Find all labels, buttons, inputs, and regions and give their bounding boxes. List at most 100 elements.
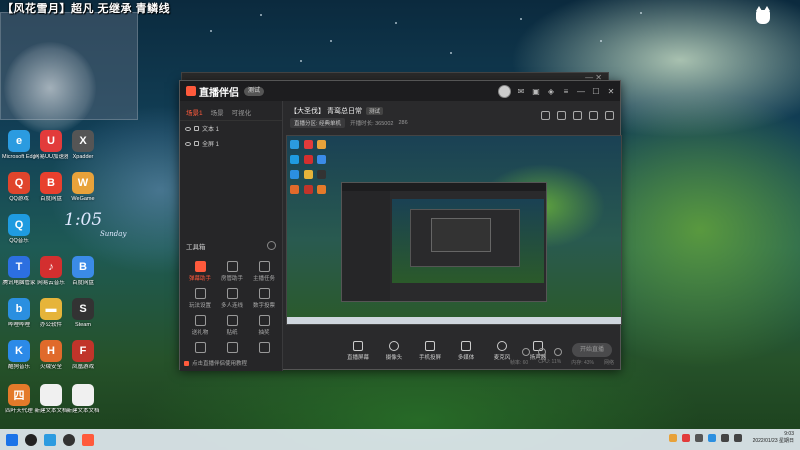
desktop-icon[interactable]: B 百度网盘 (34, 172, 68, 203)
share-icon[interactable] (605, 111, 614, 120)
desktop-icon-label: 酷狗音乐 (7, 364, 30, 370)
obs-icon[interactable] (63, 433, 75, 446)
desktop-icon[interactable]: X Xpadder (66, 130, 100, 161)
desktop-icon[interactable]: F 凤凰游戏 (66, 340, 100, 371)
gift-icon[interactable]: ▣ (531, 87, 541, 97)
status-cpu: CPU: 11% (538, 359, 562, 365)
desktop-icon[interactable]: e Microsoft Edge (2, 130, 36, 161)
tab-visual[interactable]: 可视化 (232, 107, 252, 117)
app-titlebar[interactable]: 直播伴侣 测试 ✉ ▣ ◈ ≡ — ☐ ✕ (180, 81, 620, 101)
lock-icon[interactable] (194, 141, 199, 146)
tool-item[interactable]: 弹幕助手 (184, 261, 216, 282)
tool-item[interactable]: 数字投票 (248, 288, 280, 309)
system-tray: 9:03 2022/01/23 星期日 (668, 431, 794, 445)
desktop-icon[interactable]: Q QQ游戏 (2, 172, 36, 203)
eye-icon[interactable] (185, 126, 191, 131)
left-panel: 场景1 场景 可视化 文本 1 全屏 1 工具箱 弹幕助手 房管助手 主播任务 玩法设… (180, 101, 283, 371)
preview-icon (290, 140, 299, 149)
live-companion-icon[interactable] (82, 433, 94, 446)
desktop-icon[interactable]: ♪ 网易云音乐 (34, 256, 68, 287)
lock-room-icon[interactable] (557, 111, 566, 120)
room-category[interactable]: 直播分区: 经典单机 (290, 118, 346, 128)
status-memory: 内存: 43% (571, 359, 594, 366)
gear-icon[interactable] (554, 348, 562, 356)
tray-icon[interactable] (681, 434, 690, 442)
desktop-icon[interactable]: K 酷狗音乐 (2, 340, 36, 371)
desktop-icon[interactable]: H 火绒安全 (34, 340, 68, 371)
desktop-icon-label: Microsoft Edge (2, 154, 36, 160)
wifi-icon[interactable] (720, 434, 729, 442)
desktop-icon[interactable]: U 网易UU加速器 (34, 130, 68, 161)
tool-item[interactable]: 主播任务 (248, 261, 280, 282)
room-badge[interactable]: 测试 (365, 107, 383, 115)
tools-more-icon[interactable] (267, 241, 276, 250)
desktop-icon[interactable]: 四四叶天代理 (2, 384, 36, 415)
desktop-icon[interactable]: Q QQ音乐 (2, 214, 36, 245)
version-badge[interactable]: 测试 (244, 86, 265, 96)
layer-row[interactable]: 文本 1 (180, 121, 282, 136)
tool-item[interactable]: 贴纸 (216, 315, 248, 336)
tab-scene[interactable]: 场景 (211, 107, 224, 117)
tool-item[interactable]: 抽奖 (248, 315, 280, 336)
start-icon[interactable] (6, 433, 18, 446)
record-icon[interactable] (589, 111, 598, 120)
menu-icon[interactable]: ≡ (561, 87, 571, 97)
desktop-icon[interactable]: 新建文本文档 (66, 384, 100, 415)
video-icon[interactable] (522, 348, 530, 356)
tray-icon[interactable] (668, 434, 677, 442)
search-icon[interactable] (25, 433, 37, 446)
tool-item[interactable]: 玩法设置 (184, 288, 216, 309)
lock-icon[interactable] (194, 126, 199, 131)
status-bar: 帧率: 60 CPU: 11% 内存: 43% 网络 (284, 357, 620, 367)
desktop-icon[interactable]: ▬ 办公软件 (34, 298, 68, 329)
desktop-icon-label: 新建文本文档 (66, 408, 100, 414)
layer-row[interactable]: 全屏 1 (180, 136, 282, 151)
skin-icon[interactable]: ◈ (546, 87, 556, 97)
desktop-icon[interactable]: B 百度网盘 (66, 256, 100, 287)
home-icon[interactable] (541, 111, 550, 120)
tool-item[interactable]: 送礼物 (184, 315, 216, 336)
app-icon: b (8, 298, 30, 320)
eye-icon[interactable] (185, 141, 191, 146)
preview-icon (317, 170, 327, 179)
start-live-button[interactable]: 开始直播 (572, 343, 612, 357)
maximize-icon[interactable]: ☐ (591, 87, 601, 97)
desktop-icon[interactable]: T 腾讯电脑管家 (2, 256, 36, 287)
tray-icon[interactable] (694, 434, 703, 442)
app-icon: K (8, 340, 30, 362)
close-icon[interactable]: ✕ (606, 87, 616, 97)
tool-item[interactable]: 房管助手 (216, 261, 248, 282)
tool-item[interactable] (216, 342, 248, 355)
tool-item[interactable] (184, 342, 216, 355)
live-companion-window[interactable]: 直播伴侣 测试 ✉ ▣ ◈ ≡ — ☐ ✕ 场景1 场景 可视化 文本 1 全屏… (179, 80, 622, 371)
settings-icon[interactable] (573, 111, 582, 120)
edge-icon[interactable] (44, 433, 56, 446)
desktop-icon[interactable]: b 哔哩哔哩 (2, 298, 36, 329)
tutorial-icon (184, 360, 189, 366)
taskbar: 9:03 2022/01/23 星期日 (0, 429, 800, 450)
avatar[interactable] (498, 85, 511, 98)
taskbar-clock[interactable]: 9:03 2022/01/23 星期日 (753, 431, 794, 445)
app-logo: 直播伴侣 (186, 84, 239, 99)
tab-scene-1[interactable]: 场景1 (186, 107, 203, 117)
tool-item[interactable]: 多人连线 (216, 288, 248, 309)
volume-icon[interactable] (733, 434, 742, 442)
minimize-icon[interactable]: — (576, 87, 586, 97)
desktop-icon[interactable]: S Steam (66, 298, 100, 329)
taskbar-date: 2022/01/23 星期日 (752, 438, 794, 444)
info-icon[interactable] (538, 348, 546, 356)
tray-icon[interactable] (707, 434, 716, 442)
message-icon[interactable]: ✉ (516, 87, 526, 97)
app-icon: B (40, 172, 62, 194)
room-duration: 开播时长: 365002 (350, 121, 394, 127)
desktop-icon[interactable]: 新建文本文档 (34, 384, 68, 415)
live-preview[interactable] (286, 135, 622, 325)
cat-icon[interactable] (756, 6, 770, 24)
room-title[interactable]: 【大圣伐】 青鸾总日常 (290, 106, 362, 116)
tool-label: 主播任务 (252, 276, 275, 282)
preview-icon (290, 170, 299, 179)
source-icon (353, 341, 363, 351)
tool-item[interactable] (248, 342, 280, 355)
desktop-icon[interactable]: W WeGame (66, 172, 100, 203)
tutorial-link[interactable]: 点击直播伴侣使用教程 (184, 359, 247, 367)
